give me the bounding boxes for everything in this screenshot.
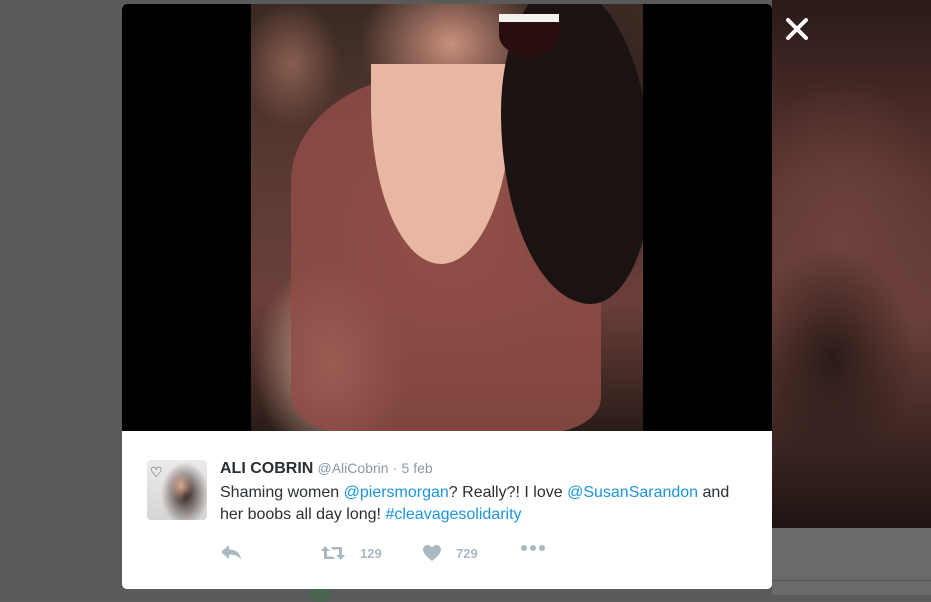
separator: ·	[392, 460, 398, 476]
mention-link[interactable]: @piersmorgan	[344, 484, 449, 501]
retweet-count: 129	[360, 545, 382, 561]
tweet-text-segment: ? Really?! I love	[448, 484, 568, 501]
tweet-text: Shaming women @piersmorgan? Really?! I l…	[220, 482, 750, 526]
heart-icon	[423, 545, 441, 561]
retweet-button[interactable]: 129	[320, 544, 382, 562]
display-name[interactable]: ALI COBRIN	[220, 460, 313, 477]
close-icon[interactable]	[784, 16, 810, 42]
tweet-photo[interactable]	[251, 4, 643, 431]
tweet-date[interactable]: 5 feb	[402, 460, 433, 476]
like-count: 729	[456, 545, 478, 561]
retweet-icon	[321, 546, 345, 560]
heart-doodle-icon: ♡	[150, 464, 163, 480]
media-container	[122, 4, 772, 431]
photo-smile	[499, 14, 559, 56]
more-button[interactable]	[520, 544, 546, 552]
reply-button[interactable]	[220, 544, 242, 560]
reply-icon	[221, 545, 241, 559]
divider	[772, 580, 931, 581]
avatar[interactable]: ♡	[147, 460, 207, 520]
tweet-card: ♡ ALI COBRIN @AliCobrin · 5 feb Shaming …	[122, 431, 772, 589]
tweet-modal: ♡ ALI COBRIN @AliCobrin · 5 feb Shaming …	[122, 4, 772, 589]
background-strip	[772, 528, 931, 595]
background-photo	[772, 0, 931, 528]
mention-link[interactable]: @SusanSarandon	[567, 484, 698, 501]
tweet-text-segment: Shaming women	[220, 484, 344, 501]
tweet-actions: 129 729	[220, 544, 550, 564]
hashtag-link[interactable]: #cleavagesolidarity	[385, 506, 521, 523]
close-button[interactable]	[784, 16, 810, 42]
user-handle[interactable]: @AliCobrin	[318, 460, 389, 476]
like-button[interactable]: 729	[422, 544, 478, 562]
tweet-header: ALI COBRIN @AliCobrin · 5 feb	[220, 460, 433, 478]
more-icon	[521, 545, 545, 551]
